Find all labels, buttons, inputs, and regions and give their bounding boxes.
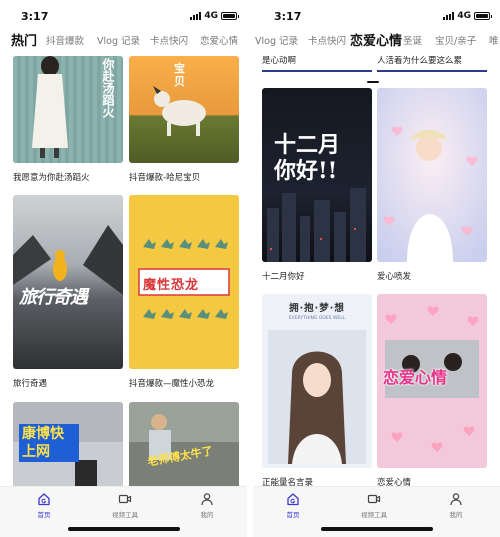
category-tabs: 热门 抖音爆款 Vlog 记录 卡点快闪 恋爱心情 [0,28,247,56]
card-title: 正能量名言录 [262,478,314,486]
card-title: 旅行奇遇 [13,379,48,389]
signal-icon [190,12,202,20]
card-title: 抖音爆款—魔性小恐龙 [129,379,215,389]
tab-vlog[interactable]: Vlog 记录 [97,28,140,56]
category-tabs: Vlog 记录 卡点快闪 恋爱心情 圣诞 宝贝/亲子 唯 [253,28,500,83]
status-time: 3:17 [21,10,49,23]
nav-home[interactable]: 首页 [263,492,323,519]
network-label: 4G [204,11,218,21]
nav-label: 首页 [286,511,300,519]
battery-icon [221,12,239,20]
home-icon [287,493,299,506]
video-camera-icon [118,494,132,504]
thumbnail-overlay-text: 恋爱心情 [383,368,448,387]
card-title: 十二月你好 [262,272,305,282]
nav-label: 视频工具 [361,511,387,519]
nav-video-tools[interactable]: 视频工具 [344,492,404,519]
template-thumbnail[interactable]: 魔性恐龙 [129,195,239,369]
template-card[interactable]: 魔性恐龙 抖音爆款—魔性小恐龙 [129,195,239,389]
nav-label: 我的 [449,511,463,519]
status-time: 3:17 [274,10,302,23]
template-card[interactable]: 恋爱心情 恋爱心情 [377,294,487,486]
video-feed: 是心动啊 人活着为什么要这么累 十二月你好!! 十二月你好 爱心喷发 拥·抱·梦… [253,56,500,486]
bottom-nav: 首页 视频工具 我的 [253,486,500,537]
template-thumbnail[interactable]: 十二月你好!! [262,88,372,262]
thumbnail-overlay-text: 宝贝 [174,62,185,88]
nav-label: 视频工具 [112,511,138,519]
template-card[interactable]: 老师傅太牛了 [129,402,239,486]
nav-profile[interactable]: 我的 [177,492,237,519]
template-thumbnail[interactable]: 老师傅太牛了 [129,402,239,486]
card-title: 抖音爆款-哈尼宝贝 [129,173,201,183]
card-title: 爱心喷发 [377,272,412,282]
home-indicator [67,527,180,531]
prev-card-edge [377,70,487,72]
thumbnail-overlay-text: 拥·抱·梦·想 [289,303,345,314]
screen-left-hot: 3:17 4G 热门 抖音爆款 Vlog 记录 卡点快闪 恋爱心情 你赴汤蹈火 … [0,0,247,537]
template-card[interactable]: 你赴汤蹈火 我愿意为你赴汤蹈火 [13,56,123,183]
screen-right-love: 3:17 4G Vlog 记录 卡点快闪 恋爱心情 圣诞 宝贝/亲子 唯 是心动… [253,0,500,537]
nav-label: 首页 [37,511,51,519]
card-title: 恋爱心情 [377,478,412,486]
template-thumbnail[interactable] [377,88,487,262]
thumbnail-overlay-text: 魔性恐龙 [143,278,200,293]
template-card[interactable]: 宝贝 抖音爆款-哈尼宝贝 [129,56,239,183]
prev-card-edge [262,70,372,72]
tab-vlog[interactable]: Vlog 记录 [255,28,298,56]
thumbnail-overlay-text: 你赴汤蹈火 [101,58,115,118]
template-card[interactable]: 拥·抱·梦·想 EVERYTHING GOES WELL 正能量名言录 [262,294,372,486]
tab-flash[interactable]: 卡点快闪 [150,28,188,56]
thumbnail-overlay-text: 旅行奇遇 [19,287,88,308]
template-thumbnail[interactable]: 恋爱心情 [377,294,487,468]
template-thumbnail[interactable]: 宝贝 [129,56,239,163]
template-card[interactable]: 十二月你好!! 十二月你好 [262,88,372,282]
network-label: 4G [457,11,471,21]
thumbnail-overlay-text: 十二月你好!! [274,132,341,184]
signal-icon [443,12,455,20]
template-thumbnail[interactable]: 拥·抱·梦·想 EVERYTHING GOES WELL [262,294,372,468]
thumbnail-overlay-subtext: EVERYTHING GOES WELL [288,316,346,321]
template-card[interactable]: 康博快上网 [13,402,123,486]
thumbnail-overlay-text: 康博快上网 [19,424,79,462]
template-thumbnail[interactable]: 康博快上网 [13,402,123,486]
user-icon [450,493,462,506]
tab-baby[interactable]: 宝贝/亲子 [435,28,476,56]
card-title: 我愿意为你赴汤蹈火 [13,173,90,183]
template-card[interactable]: 爱心喷发 [377,88,487,282]
tab-flash[interactable]: 卡点快闪 [308,28,346,56]
tab-love[interactable]: 恋爱心情 [200,28,238,56]
user-icon [201,493,213,506]
nav-profile[interactable]: 我的 [426,492,486,519]
video-feed: 你赴汤蹈火 我愿意为你赴汤蹈火 宝贝 抖音爆款-哈尼宝贝 旅行奇遇 旅行奇遇 魔… [0,56,247,486]
nav-video-tools[interactable]: 视频工具 [95,492,155,519]
template-thumbnail[interactable]: 你赴汤蹈火 [13,56,123,163]
battery-icon [474,12,492,20]
home-indicator [320,527,433,531]
card-title: 人活着为什么要这么累 [377,56,463,66]
tab-hot[interactable]: 热门 [11,28,37,56]
home-icon [38,493,50,506]
nav-home[interactable]: 首页 [14,492,74,519]
tab-more[interactable]: 唯 [489,28,499,56]
status-bar: 3:17 4G [0,0,247,28]
template-card[interactable]: 旅行奇遇 旅行奇遇 [13,195,123,389]
tab-douyin[interactable]: 抖音爆款 [46,28,84,56]
video-camera-icon [367,494,381,504]
tab-love[interactable]: 恋爱心情 [350,28,402,56]
template-thumbnail[interactable]: 旅行奇遇 [13,195,123,369]
status-bar: 3:17 4G [253,0,500,28]
nav-label: 我的 [200,511,214,519]
card-title: 是心动啊 [262,56,297,66]
tab-christmas[interactable]: 圣诞 [403,28,422,56]
bottom-nav: 首页 视频工具 我的 [0,486,247,537]
